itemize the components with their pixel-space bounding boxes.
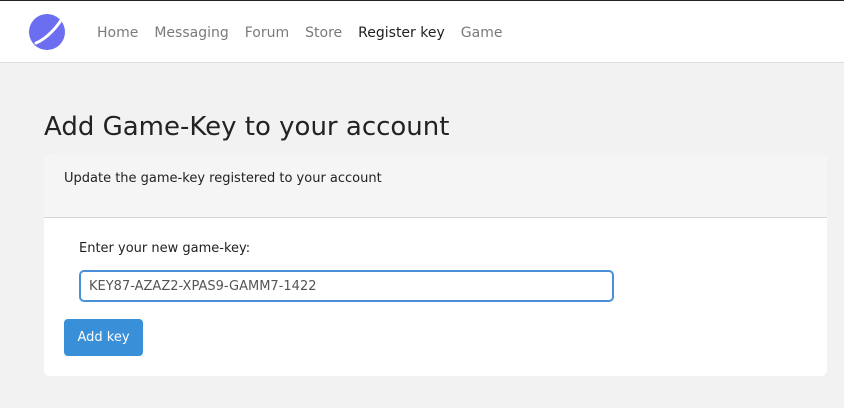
nav-store[interactable]: Store [305,25,342,41]
nav-register-key[interactable]: Register key [358,25,445,41]
top-navbar: Home Messaging Forum Store Register key … [0,0,844,63]
nav-messaging[interactable]: Messaging [154,25,228,41]
page-title: Add Game-Key to your account [44,112,450,142]
game-key-input[interactable] [79,270,614,302]
card-header: Update the game-key registered to your a… [44,155,827,218]
game-key-label: Enter your new game-key: [79,241,251,256]
nav-home[interactable]: Home [97,25,138,41]
add-key-button[interactable]: Add key [64,319,143,356]
nav-game[interactable]: Game [461,25,503,41]
planet-logo-icon[interactable] [28,13,66,51]
register-key-card: Update the game-key registered to your a… [44,155,827,376]
nav-links: Home Messaging Forum Store Register key … [97,1,518,64]
nav-forum[interactable]: Forum [245,25,289,41]
